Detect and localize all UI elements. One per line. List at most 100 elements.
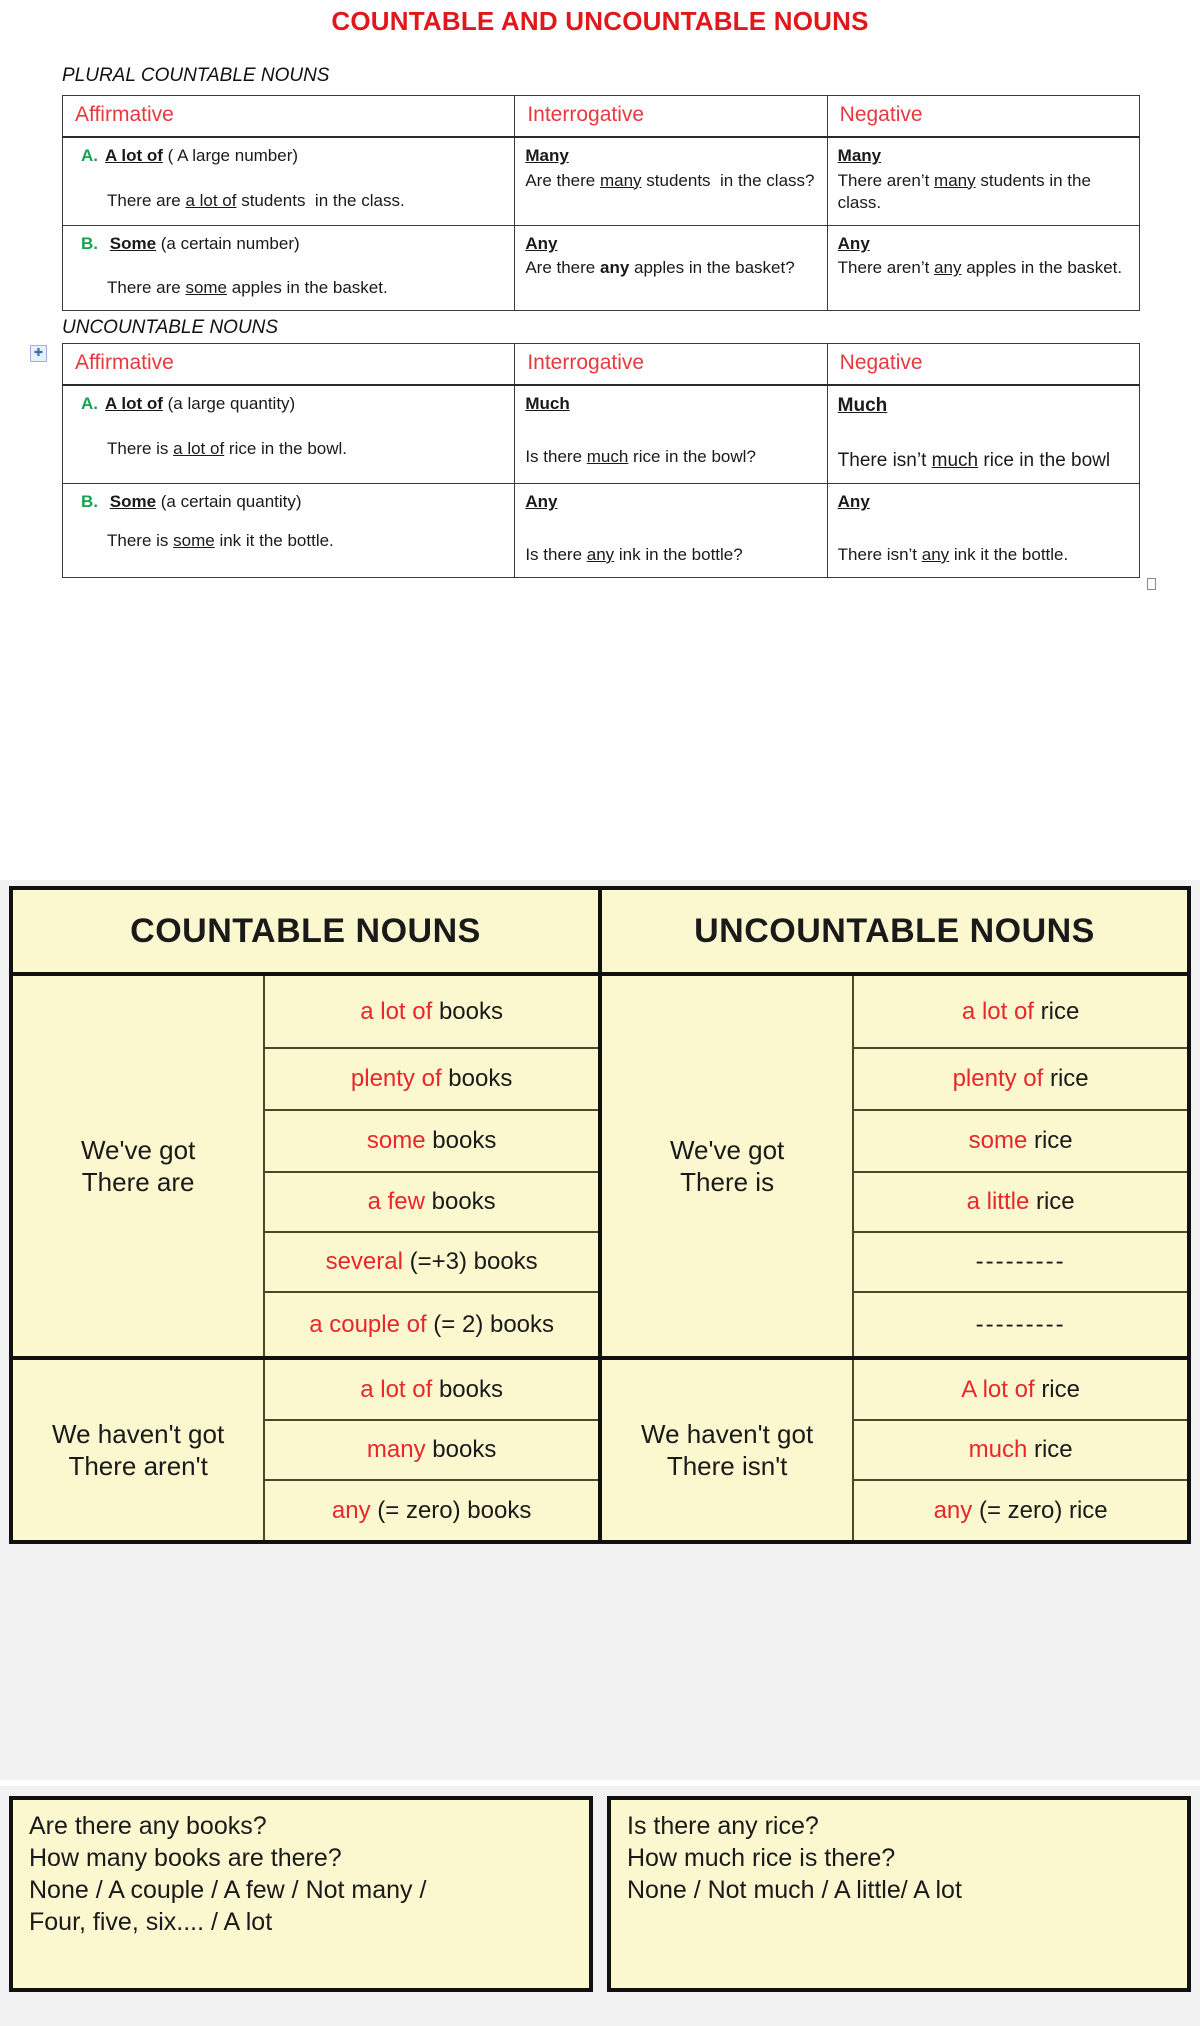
plural-countable-table-wrap: Affirmative Interrogative Negative A. A l… [0, 94, 1200, 311]
cell-interrogative-b: Any Are there any apples in the basket? [514, 224, 828, 311]
chart-header-uncountable: UNCOUNTABLE NOUNS [597, 887, 1191, 976]
gloss-affirmative: (a certain number) [160, 233, 300, 253]
example-affirmative: There are some apples in the basket. [107, 278, 388, 298]
table-header-row: Affirmative Interrogative Negative [61, 94, 1141, 138]
subject-line-2: There isn't [666, 1451, 788, 1481]
subject-affirmative-countable: We've got There are [9, 973, 266, 1359]
cell-negative-b: Any There aren’t any apples in the baske… [826, 224, 1141, 311]
noun: books [438, 997, 503, 1025]
subject-line-2: There aren't [68, 1451, 208, 1481]
list-letter: B. [81, 233, 98, 253]
section-label-uncountable: UNCOUNTABLE NOUNS [62, 316, 279, 338]
chart-cell-uncountable-1: plenty of rice [852, 1047, 1190, 1111]
table-header-row: Affirmative Interrogative Negative [61, 342, 1141, 386]
quantifier: a lot of [360, 1375, 433, 1403]
noun: rice [1033, 1436, 1073, 1463]
noun: (=+3) books [409, 1248, 538, 1275]
table-row: We've got There are a lot of books We've… [9, 973, 1190, 1359]
quantifier: A lot of [961, 1375, 1035, 1403]
table-move-handle-icon[interactable]: ✚ [30, 344, 47, 362]
section-label-plural-countable: PLURAL COUNTABLE NOUNS [62, 65, 330, 86]
subject-affirmative-uncountable: We've got There is [597, 973, 855, 1359]
chart-header-row: COUNTABLE NOUNS UNCOUNTABLE NOUNS [10, 887, 1191, 976]
noun: rice [1033, 1127, 1073, 1154]
subject-line-2: There are [81, 1167, 195, 1197]
quantifier: a couple of [309, 1310, 427, 1338]
noun: rice [1035, 1188, 1075, 1215]
example-interrogative: Is there any ink in the bottle? [525, 545, 743, 565]
term-affirmative: A lot of [105, 145, 163, 165]
cell-interrogative-a: Many Are there many students in the clas… [514, 136, 828, 226]
uncountable-nouns-table: Affirmative Interrogative Negative A. A l… [61, 342, 1141, 578]
column-header-negative: Negative [826, 342, 1141, 386]
question-line: How many books are there? [29, 1844, 342, 1872]
noun: rice [1049, 1065, 1089, 1092]
example-negative: There isn’t much rice in the bowl [837, 450, 1111, 472]
table-row: We haven't got There aren't a lot of boo… [9, 1356, 1190, 1543]
table-resize-handle-icon[interactable] [1147, 577, 1156, 590]
cell-negative-a: Many There aren’t many students in the c… [826, 136, 1141, 226]
chart-cell-neg-countable-2: any (= zero) books [263, 1479, 601, 1543]
chart-cell-neg-uncountable-0: A lot of rice [852, 1356, 1190, 1421]
quantifier: a little [966, 1188, 1030, 1215]
table-row: A. A lot of (a large quantity) There is a… [61, 384, 1141, 485]
cell-affirmative-a: A. A lot of (a large quantity) There is a… [61, 384, 516, 485]
quantifier: a few [367, 1188, 425, 1215]
subject-negative-uncountable: We haven't got There isn't [597, 1356, 855, 1543]
quantifier: any [331, 1496, 371, 1524]
chart-cell-countable-5: a couple of (= 2) books [263, 1291, 601, 1359]
quantifier-chart-section: COUNTABLE NOUNS UNCOUNTABLE NOUNS We've … [0, 880, 1200, 1780]
table-row: A. A lot of ( A large number) There are a… [61, 136, 1141, 226]
noun: books [431, 1188, 496, 1215]
gloss-affirmative: (a large quantity) [167, 393, 296, 413]
term-affirmative: Some [109, 492, 157, 512]
question-box-countable: Are there any books? How many books are … [9, 1796, 593, 1992]
term-negative: Much [837, 394, 888, 416]
cell-negative-b: Any There isn’t any ink it the bottle. [826, 483, 1141, 578]
cell-affirmative-a: A. A lot of ( A large number) There are a… [61, 136, 516, 226]
term-interrogative: Any [525, 233, 558, 253]
term-affirmative: Some [109, 233, 157, 253]
noun: (= zero) rice [978, 1496, 1108, 1524]
chart-cell-neg-countable-1: many books [263, 1419, 601, 1481]
example-affirmative: There is some ink it the bottle. [107, 531, 334, 551]
example-negative: There aren’t any apples in the basket. [837, 258, 1123, 278]
quantifier: many [366, 1436, 426, 1463]
cell-affirmative-b: B. Some (a certain quantity) There is so… [61, 483, 516, 578]
table-row: B. Some (a certain quantity) There is so… [61, 483, 1141, 578]
table-row: B. Some (a certain number) There are som… [61, 224, 1141, 311]
cell-interrogative-b: Any Is there any ink in the bottle? [514, 483, 828, 578]
example-affirmative: There is a lot of rice in the bowl. [107, 438, 348, 458]
chart-cell-uncountable-2: some rice [852, 1109, 1190, 1173]
column-header-affirmative: Affirmative [61, 342, 516, 386]
chart-cell-neg-countable-0: a lot of books [263, 1356, 601, 1421]
quantifier: plenty of [952, 1065, 1044, 1092]
quantifier: a lot of [961, 997, 1034, 1025]
term-negative: Any [837, 492, 870, 512]
noun: (= 2) books [433, 1310, 555, 1338]
chart-cell-uncountable-3: a little rice [852, 1171, 1190, 1233]
subject-line-1: We've got [669, 1134, 785, 1165]
term-negative: Many [837, 145, 882, 165]
cell-interrogative-a: Much Is there much rice in the bowl? [514, 384, 828, 485]
quantifier: plenty of [350, 1065, 442, 1092]
noun: books [438, 1375, 503, 1403]
chart-cell-neg-uncountable-2: any (= zero) rice [852, 1479, 1190, 1543]
subject-negative-countable: We haven't got There aren't [9, 1356, 266, 1543]
subject-line-1: We haven't got [52, 1418, 225, 1449]
column-header-affirmative: Affirmative [61, 94, 516, 138]
gloss-affirmative: ( A large number) [167, 145, 299, 165]
chart-header-countable: COUNTABLE NOUNS [10, 887, 601, 976]
list-letter: A. [81, 145, 98, 165]
chart-cell-countable-3: a few books [263, 1171, 601, 1233]
column-header-interrogative: Interrogative [514, 342, 828, 386]
column-header-interrogative: Interrogative [514, 94, 828, 138]
question-boxes-row: Are there any books? How many books are … [9, 1796, 1191, 1992]
chart-cell-countable-0: a lot of books [263, 973, 601, 1049]
subject-line-1: We haven't got [641, 1418, 814, 1449]
example-interrogative: Are there any apples in the basket? [525, 258, 795, 278]
cell-negative-a: Much There isn’t much rice in the bowl [826, 384, 1141, 485]
noun: (= zero) books [377, 1496, 532, 1524]
example-negative: There isn’t any ink it the bottle. [837, 545, 1069, 565]
answer-line: None / Not much / A little/ A lot [627, 1876, 962, 1904]
